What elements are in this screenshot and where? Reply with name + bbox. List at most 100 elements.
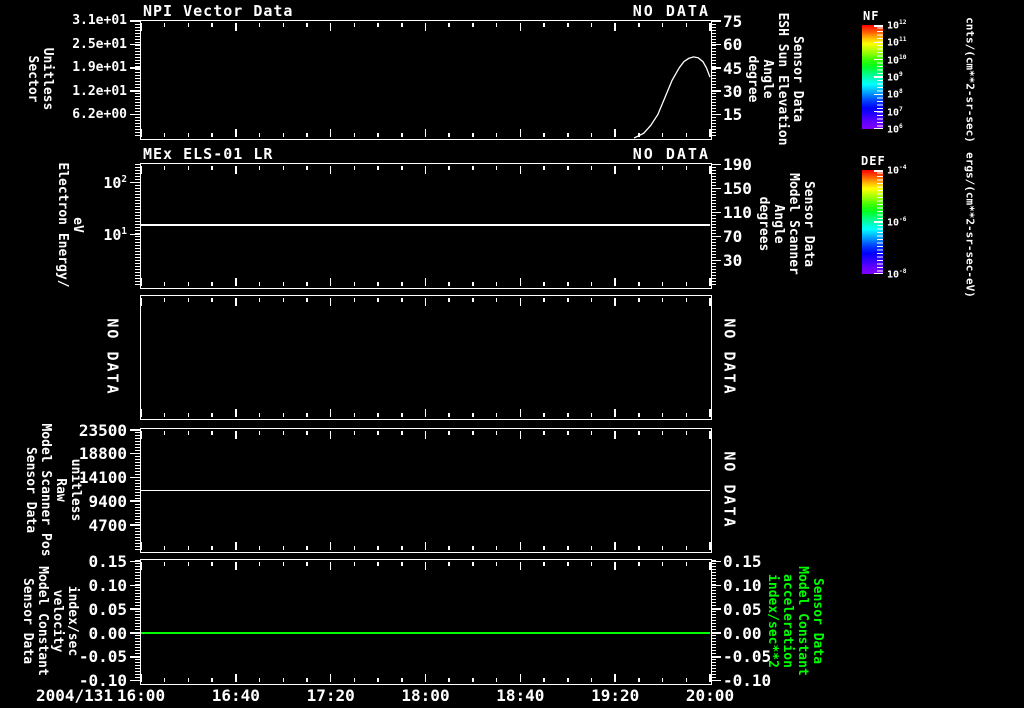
x-tick xyxy=(377,677,379,682)
x-tick xyxy=(306,430,308,435)
y-tick-label: 0.05 xyxy=(723,599,762,619)
y-major-tick xyxy=(130,524,140,526)
x-tick xyxy=(353,165,356,170)
y-major-tick xyxy=(130,429,140,431)
panel-2-title: MEx ELS-01 LR xyxy=(143,145,274,163)
x-tick xyxy=(495,297,498,302)
y-major-tick xyxy=(711,113,721,116)
colorbar-tick-label: 1010 xyxy=(887,53,907,66)
x-tick xyxy=(163,165,166,170)
x-tick xyxy=(661,430,664,435)
x-tick xyxy=(163,561,166,566)
x-tick xyxy=(614,541,616,550)
y-major-tick xyxy=(711,163,721,166)
x-tick xyxy=(401,281,403,286)
y-major-tick xyxy=(130,476,140,479)
y-tick-label: 60 xyxy=(723,35,743,55)
x-tick xyxy=(424,408,427,417)
y-tick-label: 45 xyxy=(723,58,743,78)
x-tick-label: 18:00 xyxy=(401,686,450,705)
x-tick xyxy=(235,165,237,174)
x-tick xyxy=(685,281,688,286)
x-tick xyxy=(329,277,332,286)
y-major-tick xyxy=(711,43,721,46)
x-tick xyxy=(424,673,427,682)
x-tick xyxy=(282,677,284,682)
x-tick xyxy=(638,297,640,302)
x-tick xyxy=(661,297,664,302)
x-tick xyxy=(235,277,237,286)
x-tick xyxy=(211,677,213,682)
y-major-tick xyxy=(130,632,140,634)
panel-1-title: NPI Vector Data xyxy=(143,2,294,20)
x-tick xyxy=(448,412,450,417)
x-tick-label: 16:40 xyxy=(211,686,260,705)
x-tick xyxy=(306,677,308,682)
x-tick xyxy=(685,545,688,550)
x-tick xyxy=(140,297,142,306)
x-tick xyxy=(235,541,237,550)
x-tick xyxy=(235,408,237,417)
y-tick-label: 0.15 xyxy=(723,552,762,572)
x-tick xyxy=(685,165,688,170)
x-tick xyxy=(258,412,261,417)
x-tick xyxy=(329,430,332,439)
x-tick xyxy=(424,165,427,174)
y-major-tick xyxy=(130,679,140,682)
x-tick xyxy=(163,297,166,302)
x-tick xyxy=(519,541,522,550)
colorbar-tick-label: 1011 xyxy=(887,36,907,49)
x-tick xyxy=(472,412,474,417)
y-tick-label: 150 xyxy=(723,179,752,199)
x-tick xyxy=(211,430,213,435)
x-tick xyxy=(258,165,261,170)
y-tick-label: 102 xyxy=(103,173,127,192)
panel-1-no-data: NO DATA xyxy=(632,2,710,20)
x-tick xyxy=(187,430,190,435)
x-tick xyxy=(567,412,569,417)
y-minor-ticks xyxy=(135,429,140,551)
x-tick xyxy=(614,561,616,570)
colorbar-def-title: DEF xyxy=(861,154,886,168)
y-tick-label: 6.2e+00 xyxy=(72,107,127,123)
x-tick xyxy=(638,430,640,435)
x-tick xyxy=(377,281,379,286)
panel-1-right-axis-title: Sensor Data ESH Sun Elevation Angle degr… xyxy=(745,12,805,146)
panel-4-left-axis-title: unitless Raw Model Scanner Pos Sensor Da… xyxy=(23,423,83,557)
colorbar-def-unit: ergs/(cm**2-sr-sec-eV) xyxy=(963,152,977,298)
data-line xyxy=(141,632,710,634)
y-major-tick xyxy=(711,67,721,69)
y-tick-label: 4700 xyxy=(88,515,127,535)
x-tick xyxy=(448,561,450,566)
x-tick xyxy=(401,545,403,550)
x-tick xyxy=(258,545,261,550)
x-tick xyxy=(140,277,142,286)
y-major-tick xyxy=(130,67,140,69)
x-tick xyxy=(590,561,593,566)
y-major-tick xyxy=(711,584,721,587)
x-tick xyxy=(187,677,190,682)
y-major-tick xyxy=(711,235,721,238)
colorbar-tick xyxy=(874,93,883,96)
y-major-tick xyxy=(711,211,721,214)
y-tick-label: 0.00 xyxy=(723,623,762,643)
x-tick xyxy=(661,165,664,170)
x-tick xyxy=(306,412,308,417)
x-tick xyxy=(567,297,569,302)
y-major-tick xyxy=(711,632,721,634)
y-major-tick xyxy=(130,20,140,22)
x-tick xyxy=(661,545,664,550)
x-tick xyxy=(472,297,474,302)
x-tick xyxy=(495,165,498,170)
x-tick xyxy=(187,561,190,566)
panel-3-no-data-left: NO DATA xyxy=(103,318,122,396)
colorbar-tick-label: 10-4 xyxy=(887,164,907,177)
x-tick xyxy=(638,412,640,417)
x-tick xyxy=(685,430,688,435)
x-tick xyxy=(472,545,474,550)
colorbar-tick-label: 106 xyxy=(887,123,903,136)
x-tick xyxy=(709,541,711,550)
y-tick-label: 14100 xyxy=(78,468,127,488)
x-tick xyxy=(685,677,688,682)
y-major-tick xyxy=(130,656,140,658)
